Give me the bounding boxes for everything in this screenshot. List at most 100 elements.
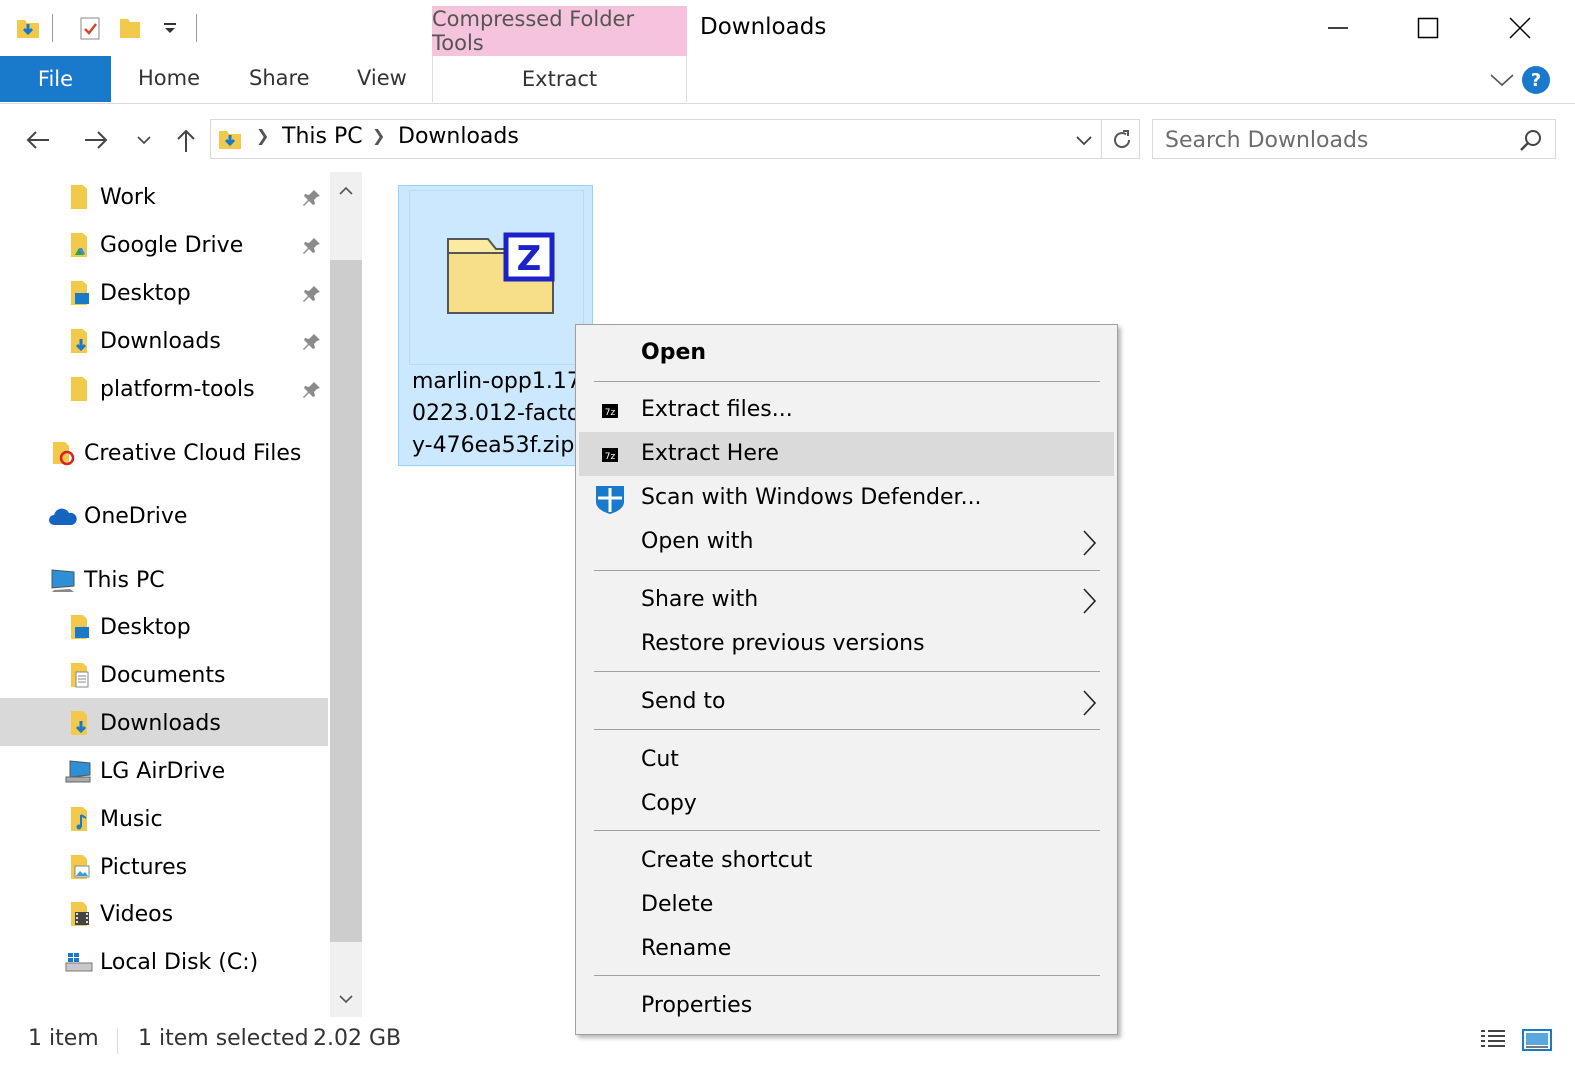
properties-icon[interactable] bbox=[76, 14, 104, 42]
forward-arrow-icon[interactable] bbox=[78, 120, 114, 160]
nav-item-creative-cloud-files[interactable]: Creative Cloud Files bbox=[48, 430, 301, 476]
menu-item-restore-previous-versions[interactable]: Restore previous versions bbox=[576, 623, 1117, 667]
local-disk-icon bbox=[64, 947, 94, 977]
nav-item-lg-airdrive[interactable]: LG AirDrive bbox=[64, 748, 225, 794]
nav-scrollbar-thumb[interactable] bbox=[330, 260, 362, 942]
menu-item-rename[interactable]: Rename bbox=[576, 928, 1117, 972]
breadcrumb-this-pc[interactable]: This PC bbox=[282, 124, 363, 149]
search-icon[interactable] bbox=[1517, 126, 1545, 154]
nav-item-label: Desktop bbox=[100, 614, 191, 640]
svg-text:7z: 7z bbox=[605, 408, 616, 418]
network-drive-icon bbox=[64, 756, 94, 786]
menu-separator bbox=[594, 975, 1100, 976]
nav-item-label: Music bbox=[100, 806, 163, 832]
breadcrumb-chevron-icon[interactable]: ❯ bbox=[256, 126, 269, 145]
nav-item-desktop[interactable]: Desktop bbox=[64, 270, 191, 316]
status-selection: 1 item selected bbox=[138, 1026, 309, 1051]
nav-item-this-pc[interactable]: This PC bbox=[48, 557, 165, 603]
menu-item-label: Share with bbox=[641, 587, 759, 612]
status-size: 2.02 GB bbox=[313, 1026, 402, 1051]
nav-item-platform-tools[interactable]: platform-tools bbox=[64, 366, 255, 412]
menu-item-share-with[interactable]: Share with bbox=[576, 579, 1117, 623]
help-icon[interactable]: ? bbox=[1516, 58, 1556, 102]
pin-icon[interactable] bbox=[300, 186, 324, 210]
menu-item-cut[interactable]: Cut bbox=[576, 739, 1117, 783]
details-view-icon[interactable] bbox=[1478, 1026, 1508, 1054]
nav-item-label: Desktop bbox=[100, 280, 191, 306]
customize-toolbar-icon[interactable] bbox=[156, 14, 184, 42]
file-name-label: marlin-opp1.170223.012-factory-476ea53f.… bbox=[412, 369, 590, 458]
menu-item-open[interactable]: Open bbox=[576, 332, 1117, 376]
nav-item-google-drive[interactable]: Google Drive bbox=[64, 222, 243, 268]
downloads-folder-icon bbox=[14, 14, 42, 42]
menu-item-create-shortcut[interactable]: Create shortcut bbox=[576, 840, 1117, 884]
nav-item-pc-downloads[interactable]: Downloads bbox=[64, 700, 221, 746]
nav-item-work[interactable]: Work bbox=[64, 174, 156, 220]
recent-locations-chevron-icon[interactable] bbox=[126, 120, 162, 160]
nav-item-music[interactable]: Music bbox=[64, 796, 163, 842]
address-dropdown-chevron-icon[interactable] bbox=[1066, 120, 1102, 160]
menu-item-label: Restore previous versions bbox=[641, 631, 925, 656]
nav-item-documents[interactable]: Documents bbox=[64, 652, 225, 698]
search-box[interactable] bbox=[1152, 119, 1556, 159]
menu-item-properties[interactable]: Properties bbox=[576, 985, 1117, 1029]
toolbar-separator bbox=[196, 14, 197, 42]
tab-view[interactable]: View bbox=[357, 66, 407, 90]
up-arrow-icon[interactable] bbox=[168, 120, 204, 160]
nav-item-local-disk[interactable]: Local Disk (C:) bbox=[64, 939, 258, 985]
zip-folder-icon: Z bbox=[409, 190, 584, 365]
nav-item-label: platform-tools bbox=[100, 376, 255, 402]
menu-item-open-with[interactable]: Open with bbox=[576, 521, 1117, 565]
tab-share[interactable]: Share bbox=[249, 66, 310, 90]
nav-item-pictures[interactable]: Pictures bbox=[64, 844, 187, 890]
minimize-button[interactable] bbox=[1308, 6, 1368, 50]
menu-item-label: Extract Here bbox=[641, 441, 779, 466]
nav-item-label: Videos bbox=[100, 901, 174, 927]
toolbar-separator bbox=[52, 14, 53, 42]
pin-icon[interactable] bbox=[300, 330, 324, 354]
pin-icon[interactable] bbox=[300, 282, 324, 306]
nav-item-downloads[interactable]: Downloads bbox=[64, 318, 221, 364]
breadcrumb-chevron-icon[interactable]: ❯ bbox=[372, 126, 385, 145]
menu-item-delete[interactable]: Delete bbox=[576, 884, 1117, 928]
large-icons-view-icon[interactable] bbox=[1522, 1026, 1552, 1054]
menu-item-label: Send to bbox=[641, 689, 726, 714]
google-drive-folder-icon bbox=[64, 230, 94, 260]
ribbon-divider bbox=[0, 103, 1575, 104]
menu-separator bbox=[594, 381, 1100, 382]
tab-extract[interactable]: Extract bbox=[432, 56, 687, 102]
menu-item-label: Open bbox=[641, 340, 707, 365]
menu-item-scan-defender[interactable]: Scan with Windows Defender... bbox=[576, 477, 1117, 521]
menu-separator bbox=[594, 570, 1100, 571]
window-title: Downloads bbox=[700, 14, 827, 40]
scroll-down-chevron-icon[interactable] bbox=[330, 984, 362, 1014]
breadcrumb-downloads[interactable]: Downloads bbox=[398, 124, 519, 149]
tab-home[interactable]: Home bbox=[138, 66, 200, 90]
refresh-icon[interactable] bbox=[1104, 120, 1140, 160]
nav-item-onedrive[interactable]: OneDrive bbox=[48, 493, 187, 539]
folder-icon bbox=[64, 182, 94, 212]
computer-icon bbox=[48, 565, 78, 595]
maximize-button[interactable] bbox=[1398, 6, 1458, 50]
tab-file[interactable]: File bbox=[0, 56, 111, 102]
nav-item-pc-desktop[interactable]: Desktop bbox=[64, 604, 191, 650]
new-folder-icon[interactable] bbox=[116, 14, 144, 42]
nav-item-videos[interactable]: Videos bbox=[64, 891, 173, 937]
menu-item-extract-files[interactable]: 7z Extract files... bbox=[576, 389, 1117, 433]
search-input[interactable] bbox=[1165, 126, 1505, 154]
submenu-chevron-icon bbox=[1079, 688, 1099, 718]
svg-text:Z: Z bbox=[517, 239, 542, 279]
address-divider bbox=[1101, 120, 1102, 158]
menu-item-send-to[interactable]: Send to bbox=[576, 681, 1117, 725]
scroll-up-chevron-icon[interactable] bbox=[330, 176, 362, 206]
nav-item-label: Creative Cloud Files bbox=[84, 440, 302, 466]
downloads-folder-icon bbox=[216, 125, 244, 153]
close-button[interactable] bbox=[1490, 6, 1550, 50]
menu-item-copy[interactable]: Copy bbox=[576, 783, 1117, 827]
pin-icon[interactable] bbox=[300, 378, 324, 402]
menu-item-label: Properties bbox=[641, 993, 753, 1018]
pin-icon[interactable] bbox=[300, 234, 324, 258]
menu-separator bbox=[594, 830, 1100, 831]
back-arrow-icon[interactable] bbox=[20, 120, 56, 160]
menu-item-extract-here[interactable]: 7z Extract Here bbox=[576, 433, 1117, 477]
